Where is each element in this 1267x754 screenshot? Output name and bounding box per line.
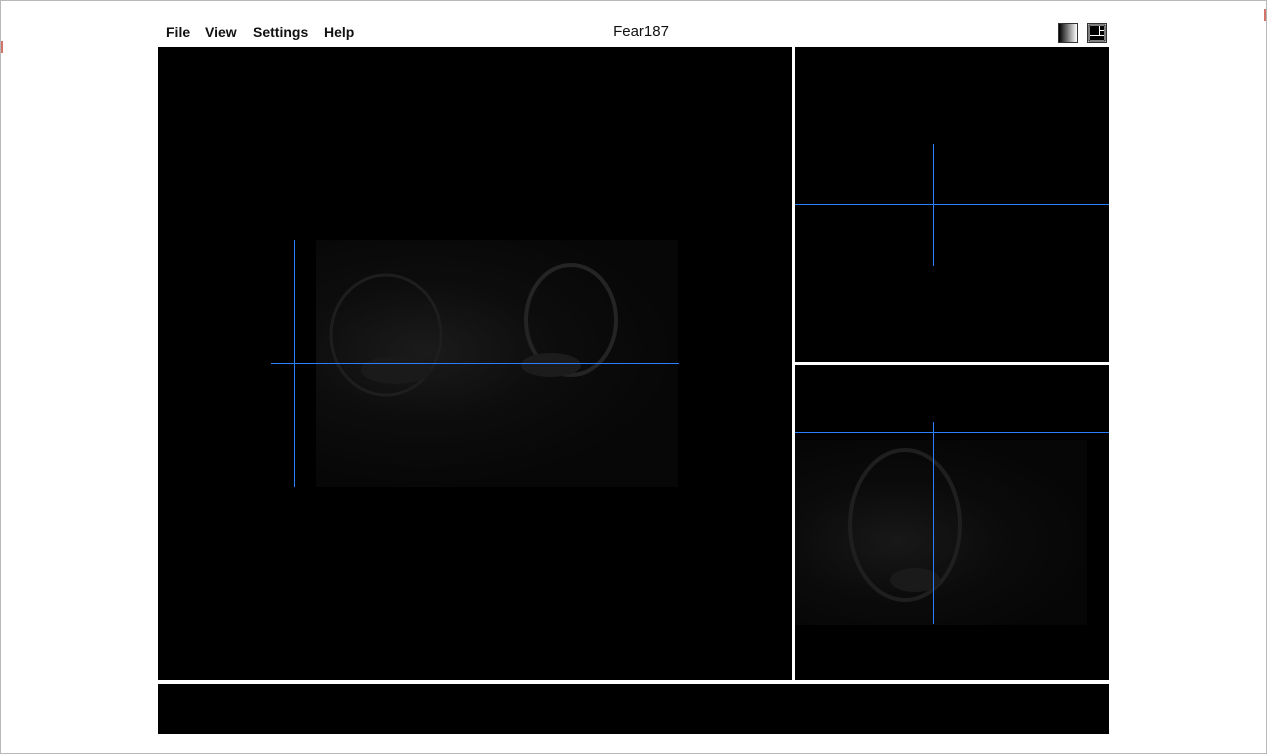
menu-bar: File View Settings Help Fear187	[158, 18, 1109, 46]
coronal-crosshair-vertical[interactable]	[933, 422, 934, 624]
coronal-slice-image	[795, 440, 1087, 625]
axial-view[interactable]	[158, 47, 792, 680]
layout-toggle-icon[interactable]	[1087, 23, 1107, 43]
coronal-crosshair-horizontal[interactable]	[795, 432, 1109, 433]
window-title: Fear187	[613, 23, 669, 40]
sagittal-crosshair-vertical[interactable]	[933, 144, 934, 266]
status-bar	[158, 684, 1109, 734]
axial-crosshair-vertical[interactable]	[294, 240, 295, 487]
coronal-view[interactable]	[795, 365, 1109, 680]
contrast-gradient-icon[interactable]	[1058, 23, 1078, 43]
viewer-app: File View Settings Help Fear187	[158, 18, 1109, 734]
window-edge-mark-left	[1, 41, 3, 53]
sagittal-crosshair-horizontal[interactable]	[795, 204, 1109, 205]
axial-crosshair-horizontal[interactable]	[271, 363, 679, 364]
window-edge-mark-right	[1264, 9, 1266, 21]
sagittal-view[interactable]	[795, 47, 1109, 362]
